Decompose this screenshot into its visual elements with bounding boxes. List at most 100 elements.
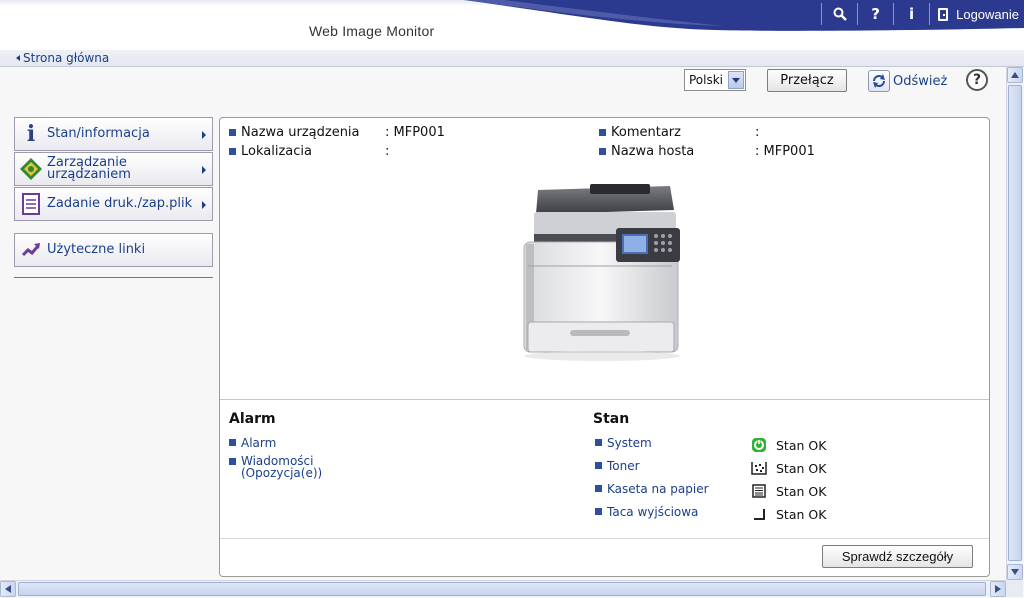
section-divider	[220, 399, 989, 400]
alarm-title: Alarm	[229, 411, 276, 427]
bullet-icon	[595, 462, 602, 469]
location-value: :	[385, 144, 390, 159]
breadcrumb-label: Strona główna	[23, 51, 110, 65]
sidebar-item-useful-links[interactable]: Użyteczne linki	[14, 233, 213, 267]
sidebar-item-label: Zadanie druk./zap.plik	[47, 196, 193, 211]
info-icon[interactable]: i	[893, 3, 929, 25]
sidebar-divider	[14, 277, 213, 279]
status-output-tray-link[interactable]: Taca wyjściowa	[595, 505, 698, 519]
alarm-link[interactable]: Alarm	[229, 436, 276, 450]
status-output-tray-value-row: Stan OK	[750, 506, 826, 522]
sidebar-item-status-info[interactable]: i Stan/informacja	[14, 117, 213, 151]
scroll-right-icon[interactable]	[990, 581, 1006, 597]
dropdown-arrow-icon[interactable]	[728, 71, 744, 89]
location-label: Lokalizacia	[241, 144, 312, 159]
device-name-value: : MFP001	[385, 125, 445, 140]
alarm-link-label: Alarm	[241, 436, 277, 450]
status-toner-value-row: Stan OK	[750, 460, 826, 476]
page-help-icon[interactable]: ?	[966, 69, 988, 91]
sidebar-item-label: Użyteczne linki	[47, 242, 146, 257]
sidebar-item-print-jobs[interactable]: Zadanie druk./zap.plik	[14, 187, 213, 221]
chevron-right-icon	[202, 201, 206, 209]
bullet-icon	[595, 485, 602, 492]
status-system-value: Stan OK	[776, 437, 827, 453]
login-door-icon	[938, 7, 949, 21]
breadcrumb-bar: Strona główna	[0, 50, 1024, 67]
device-name-label: Nazwa urządzenia	[241, 125, 360, 140]
bullet-icon	[229, 439, 236, 446]
check-details-button[interactable]: Sprawdź szczegóły	[822, 545, 973, 568]
scrollbar-corner	[1006, 580, 1023, 597]
chevron-right-icon	[202, 131, 206, 139]
job-document-icon	[15, 188, 47, 220]
status-system-label: System	[607, 436, 652, 450]
label-line-2: urządzaniem	[47, 167, 131, 182]
status-output-tray-value: Stan OK	[776, 506, 827, 522]
status-paper-tray-label: Kaseta na papier	[607, 482, 709, 496]
login-button[interactable]: Logowanie	[929, 3, 1024, 25]
refresh-icon	[868, 70, 890, 92]
device-name-row: Nazwa urządzenia : MFP001	[229, 125, 445, 140]
status-toner-link[interactable]: Toner	[595, 459, 640, 473]
switch-language-button[interactable]: Przełącz	[767, 69, 847, 92]
sidebar-item-label: Stan/informacja	[47, 126, 150, 141]
label-line-2: (Opozycja(e))	[241, 466, 323, 480]
status-toner-label: Toner	[607, 459, 640, 473]
status-paper-tray-value: Stan OK	[776, 483, 827, 499]
language-value: Polski	[689, 73, 724, 87]
hostname-label: Nazwa hosta	[611, 144, 695, 159]
app-title: Web Image Monitor	[309, 23, 435, 39]
system-ok-icon	[750, 437, 768, 453]
login-label: Logowanie	[956, 6, 1019, 22]
scroll-down-icon[interactable]	[1007, 564, 1023, 580]
hostname-value: : MFP001	[755, 144, 815, 159]
paper-tray-icon	[750, 483, 768, 499]
bullet-icon	[599, 148, 606, 155]
hostname-row: Nazwa hosta : MFP001	[599, 144, 815, 159]
language-select[interactable]: Polski	[684, 69, 746, 91]
comment-row: Komentarz :	[599, 125, 759, 140]
scroll-left-icon[interactable]	[0, 581, 16, 597]
device-management-icon	[15, 153, 47, 185]
status-system-link[interactable]: System	[595, 436, 652, 450]
horizontal-scrollbar[interactable]	[0, 580, 1006, 597]
sidebar: i Stan/informacja Zarządzanie urządzanie…	[14, 117, 214, 279]
comment-value: :	[755, 125, 760, 140]
header-icon-bar: ? i Logowanie	[821, 2, 1024, 26]
messages-link-label: Wiadomości (Opozycja(e))	[241, 455, 322, 479]
back-arrow-icon	[16, 55, 20, 61]
bullet-icon	[595, 508, 602, 515]
vertical-scrollbar[interactable]	[1006, 67, 1023, 580]
info-icon: i	[26, 121, 36, 147]
status-paper-tray-link[interactable]: Kaseta na papier	[595, 482, 709, 496]
bullet-icon	[229, 458, 236, 465]
bullet-icon	[595, 439, 602, 446]
sidebar-item-label: Zarządzanie urządzaniem	[47, 156, 131, 182]
top-header: Web Image Monitor ? i Logowanie	[0, 0, 1024, 50]
bullet-icon	[229, 148, 236, 155]
help-icon[interactable]: ?	[857, 3, 893, 25]
output-tray-icon	[750, 506, 768, 522]
scroll-up-icon[interactable]	[1007, 67, 1023, 83]
printer-image	[523, 184, 680, 361]
refresh-label: Odśwież	[893, 73, 948, 89]
location-row: Lokalizacia :	[229, 144, 389, 159]
status-system-value-row: Stan OK	[750, 437, 826, 453]
messages-link[interactable]: Wiadomości (Opozycja(e))	[229, 455, 322, 479]
horizontal-scroll-thumb[interactable]	[18, 582, 986, 596]
status-paper-tray-value-row: Stan OK	[750, 483, 826, 499]
bottom-divider	[220, 538, 989, 539]
refresh-button[interactable]: Odśwież	[868, 70, 947, 92]
status-title: Stan	[593, 411, 630, 427]
breadcrumb-home-link[interactable]: Strona główna	[16, 51, 109, 65]
device-status-panel: Nazwa urządzenia : MFP001 Lokalizacia : …	[219, 117, 990, 577]
toner-icon	[750, 460, 768, 476]
search-icon[interactable]	[821, 3, 857, 25]
sidebar-item-device-management[interactable]: Zarządzanie urządzaniem	[14, 152, 213, 186]
link-arrow-icon	[15, 234, 47, 266]
vertical-scroll-thumb[interactable]	[1008, 85, 1022, 561]
comment-label: Komentarz	[611, 125, 681, 140]
status-toner-value: Stan OK	[776, 460, 827, 476]
bullet-icon	[599, 129, 606, 136]
bullet-icon	[229, 129, 236, 136]
